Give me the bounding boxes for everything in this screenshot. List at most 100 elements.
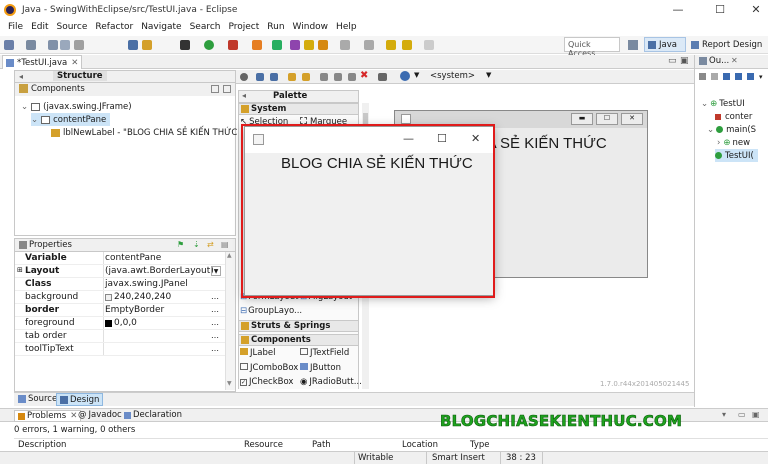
menu-refactor[interactable]: Refactor (95, 22, 133, 32)
grid-icon[interactable] (270, 73, 278, 81)
tool-icon[interactable] (128, 40, 138, 50)
menu-navigate[interactable]: Navigate (141, 22, 181, 32)
view-menu-icon[interactable]: ▾ (722, 410, 726, 419)
col-description[interactable]: Description (18, 440, 66, 450)
palette-jcheckbox[interactable]: ✓ JCheckBox (240, 377, 293, 387)
prev-annotation-icon[interactable] (364, 40, 374, 50)
test-gui-icon[interactable] (240, 73, 248, 81)
palette-jradiobutton[interactable]: ◉ JRadioButt... (300, 377, 362, 387)
outline-item-testui[interactable]: ⌄ ⊕ TestUI (701, 97, 745, 110)
ellipsis-button[interactable]: … (211, 305, 219, 314)
minimize-editor-icon[interactable]: ▭ (668, 56, 677, 66)
ellipsis-button[interactable]: … (211, 331, 219, 340)
goto-definition-icon[interactable]: ⇣ (193, 240, 200, 249)
close-icon[interactable]: ✕ (731, 56, 738, 65)
undo-icon[interactable] (288, 73, 296, 81)
outline-item-constructor[interactable]: TestUI( (715, 149, 758, 162)
forward-icon[interactable] (424, 40, 434, 50)
palette-components-header[interactable]: Components (238, 334, 359, 346)
copy-icon[interactable] (334, 73, 342, 81)
palette-grouplayout[interactable]: ⊟GroupLayo... (240, 306, 302, 316)
outline-item-field[interactable]: conter (715, 110, 752, 123)
palette-collapse-icon[interactable]: ◂ (242, 91, 246, 100)
collapse-icon[interactable]: ◂ (19, 72, 23, 81)
external-tools-icon[interactable] (228, 40, 238, 50)
new-class-icon[interactable] (252, 40, 262, 50)
new-package-icon[interactable] (272, 40, 282, 50)
tab-javadoc[interactable]: @ Javadoc (78, 410, 122, 420)
open-icon[interactable] (26, 40, 36, 50)
save-all-icon[interactable] (60, 40, 70, 50)
advanced-icon[interactable]: ⇄ (207, 240, 214, 249)
maximize-editor-icon[interactable]: ▣ (680, 56, 689, 66)
collapse-all-icon[interactable] (223, 85, 231, 93)
new-icon[interactable] (4, 40, 14, 50)
paste-icon[interactable] (348, 73, 356, 81)
tree-node-jframe[interactable]: ⌄ (javax.swing.JFrame) (21, 100, 132, 113)
menu-window[interactable]: Window (293, 22, 329, 32)
menu-run[interactable]: Run (267, 22, 284, 32)
menu-edit[interactable]: Edit (31, 22, 48, 32)
edit-icon[interactable] (142, 40, 152, 50)
maximize-panel-icon[interactable]: ▣ (752, 410, 760, 419)
open-type-icon[interactable] (304, 40, 314, 50)
minimize-panel-icon[interactable]: ▭ (738, 410, 746, 419)
run-icon[interactable] (204, 40, 214, 50)
prop-row-background[interactable]: background 240,240,240 … (15, 291, 225, 304)
view-menu-icon[interactable]: ▾ (759, 73, 763, 81)
prop-row-foreground[interactable]: foreground 0,0,0 … (15, 317, 225, 330)
show-events-icon[interactable]: ⚑ (177, 240, 184, 249)
laf-icon[interactable] (400, 71, 410, 81)
close-icon[interactable]: ✕ (70, 411, 77, 421)
menu-source[interactable]: Source (57, 22, 88, 32)
quick-access-input[interactable]: Quick Access (564, 37, 620, 58)
menu-help[interactable]: Help (336, 22, 357, 32)
prop-row-tooltip[interactable]: toolTipText … (15, 343, 225, 356)
system-combo[interactable]: <system> (430, 71, 475, 81)
outline-item-new[interactable]: › ⊕ new (717, 136, 750, 149)
expand-icon[interactable]: ⊞ (17, 266, 23, 274)
tab-source[interactable]: Source (18, 394, 57, 404)
preview-icon[interactable] (378, 73, 387, 81)
perspective-report[interactable]: Report Design (688, 37, 768, 52)
layout-icon[interactable] (256, 73, 264, 81)
debug-icon[interactable] (180, 40, 190, 50)
hide-static-icon[interactable] (735, 73, 742, 80)
tab-problems[interactable]: Problems ✕ (14, 410, 82, 422)
expand-all-icon[interactable] (211, 85, 219, 93)
tree-node-contentpane[interactable]: ⌄ contentPane (31, 113, 111, 126)
minimize-button[interactable]: — (660, 0, 696, 19)
palette-system-header[interactable]: System (238, 103, 359, 115)
open-perspective-icon[interactable] (628, 37, 640, 52)
palette-jcombobox[interactable]: JComboBox (240, 363, 298, 373)
menu-project[interactable]: Project (228, 22, 259, 32)
last-edit-icon[interactable] (386, 40, 396, 50)
sort-icon[interactable] (711, 73, 718, 80)
outline-item-main[interactable]: ⌄ main(S (707, 123, 756, 136)
ellipsis-button[interactable]: … (211, 344, 219, 353)
save-icon[interactable] (48, 40, 58, 50)
collapse-all-icon[interactable] (699, 73, 706, 80)
hide-nonpublic-icon[interactable] (747, 73, 754, 80)
ellipsis-button[interactable]: … (211, 318, 219, 327)
prop-row-border[interactable]: border EmptyBorder … (15, 304, 225, 317)
search-icon[interactable] (290, 40, 300, 50)
prop-row-layout[interactable]: ⊞ Layout (java.awt.BorderLayout) ▼ (15, 265, 225, 278)
redo-icon[interactable] (302, 73, 310, 81)
close-button[interactable]: ✕ (738, 0, 768, 19)
palette-struts-header[interactable]: Struts & Springs (238, 320, 359, 332)
scrollbar[interactable]: ▲ ▼ (225, 252, 235, 390)
ellipsis-button[interactable]: … (211, 292, 219, 301)
delete-icon[interactable]: ✖ (360, 70, 368, 81)
col-location[interactable]: Location (402, 440, 438, 450)
palette-jbutton[interactable]: JButton (300, 363, 341, 373)
menu-search[interactable]: Search (190, 22, 221, 32)
palette-jlabel[interactable]: JLabel (240, 348, 275, 358)
prop-row-taborder[interactable]: tab order … (15, 330, 225, 343)
close-icon[interactable]: ✕ (71, 58, 78, 68)
prop-row-variable[interactable]: Variable contentPane (15, 252, 225, 265)
outline-title[interactable]: Ou... (709, 56, 729, 66)
col-path[interactable]: Path (312, 440, 331, 450)
perspective-java[interactable]: Java (644, 37, 686, 52)
menu-file[interactable]: File (8, 22, 23, 32)
